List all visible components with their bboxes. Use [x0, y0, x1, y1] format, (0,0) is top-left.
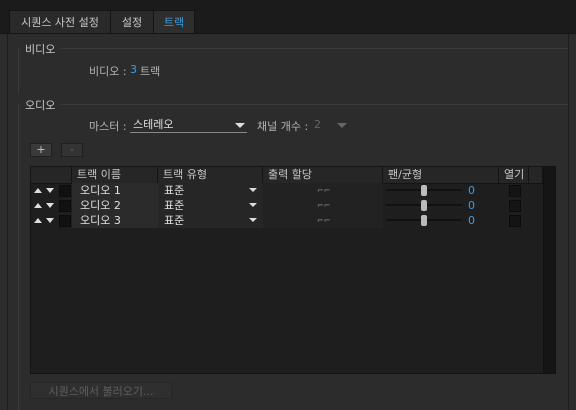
chevron-down-icon [249, 188, 257, 192]
track-name-cell[interactable]: 오디오 1 [72, 183, 158, 198]
routing-icon: ⌐⌐ [317, 201, 331, 210]
move-up-icon[interactable] [34, 203, 42, 208]
track-type-value: 표준 [164, 214, 185, 227]
audio-group-border [18, 104, 19, 410]
pan-value[interactable]: 0 [468, 198, 475, 213]
track-type-dropdown[interactable]: 표준 [158, 198, 263, 213]
tab-bar: 시퀀스 사전 설정 설정 트랙 [0, 0, 576, 34]
move-up-icon[interactable] [34, 188, 42, 193]
chevron-down-icon [249, 203, 257, 207]
video-track-count[interactable]: 3 [130, 63, 137, 76]
master-dropdown[interactable]: 스테레오 [130, 117, 247, 133]
header-output-assign[interactable]: 출력 할당 [263, 167, 383, 183]
chevron-down-icon [235, 123, 245, 128]
remove-track-button[interactable]: - [61, 143, 83, 157]
routing-icon: ⌐⌐ [317, 186, 331, 195]
open-checkbox[interactable] [509, 185, 521, 197]
video-group-label: 비디오 [25, 43, 56, 56]
tab-tracks[interactable]: 트랙 [153, 10, 195, 34]
track-type-dropdown[interactable]: 표준 [158, 213, 263, 228]
track-type-value: 표준 [164, 199, 185, 212]
pan-value[interactable]: 0 [468, 183, 475, 198]
video-field-label: 비디오 : [89, 65, 127, 78]
tab-tracks-label: 트랙 [163, 16, 185, 29]
header-open[interactable]: 열기 [499, 167, 529, 183]
table-header: 트랙 이름 트랙 유형 출력 할당 팬/균형 열기 [31, 167, 543, 184]
move-up-icon[interactable] [34, 218, 42, 223]
channels-label: 채널 개수 : [257, 120, 309, 133]
header-track-name[interactable]: 트랙 이름 [72, 167, 158, 183]
add-track-button[interactable]: + [30, 143, 52, 157]
table-scrollbar[interactable] [543, 166, 556, 374]
header-track-type[interactable]: 트랙 유형 [158, 167, 263, 183]
video-group-divider [60, 48, 568, 49]
track-color-swatch[interactable] [59, 185, 71, 197]
tab-sequence-presets[interactable]: 시퀀스 사전 설정 [9, 10, 111, 33]
channels-dropdown-value: 2 [314, 118, 321, 131]
routing-icon: ⌐⌐ [317, 216, 331, 225]
panel-right-edge [568, 34, 569, 410]
chevron-down-icon [337, 123, 347, 128]
move-down-icon[interactable] [46, 203, 54, 208]
master-label: 마스터 : [89, 120, 127, 133]
panel-left-edge [7, 34, 8, 410]
track-type-dropdown[interactable]: 표준 [158, 183, 263, 198]
pan-slider-thumb[interactable] [421, 185, 427, 196]
open-checkbox[interactable] [509, 215, 521, 227]
video-group-border [18, 48, 19, 94]
table-row[interactable]: 오디오 3 표준 ⌐⌐ 0 [31, 213, 543, 228]
track-name-cell[interactable]: 오디오 2 [72, 198, 158, 213]
load-from-sequence-button[interactable]: 시퀀스에서 불러오기... [30, 382, 172, 399]
output-assign-cell[interactable]: ⌐⌐ [263, 198, 383, 213]
pan-slider[interactable]: 0 [383, 213, 499, 228]
track-color-swatch[interactable] [59, 215, 71, 227]
tab-settings-label: 설정 [121, 16, 143, 29]
header-pan-balance[interactable]: 팬/균형 [383, 167, 499, 183]
master-dropdown-value: 스테레오 [133, 118, 174, 131]
chevron-down-icon [249, 218, 257, 222]
video-track-unit: 트랙 [140, 65, 161, 78]
header-move [31, 167, 72, 183]
audio-track-table: 트랙 이름 트랙 유형 출력 할당 팬/균형 열기 오디오 1 표준 ⌐⌐ 0 … [30, 166, 556, 374]
pan-slider[interactable]: 0 [383, 198, 499, 213]
track-color-swatch[interactable] [59, 200, 71, 212]
move-down-icon[interactable] [46, 188, 54, 193]
pan-slider[interactable]: 0 [383, 183, 499, 198]
pan-slider-thumb[interactable] [421, 200, 427, 211]
track-type-value: 표준 [164, 184, 185, 197]
audio-group-divider [60, 104, 568, 105]
move-down-icon[interactable] [46, 218, 54, 223]
open-checkbox[interactable] [509, 200, 521, 212]
header-spacer [529, 167, 543, 183]
audio-group-label: 오디오 [25, 99, 56, 112]
pan-slider-thumb[interactable] [421, 215, 427, 226]
table-row[interactable]: 오디오 1 표준 ⌐⌐ 0 [31, 183, 543, 198]
tab-sequence-presets-label: 시퀀스 사전 설정 [21, 16, 99, 29]
track-name-cell[interactable]: 오디오 3 [72, 213, 158, 228]
tab-settings[interactable]: 설정 [110, 10, 154, 33]
output-assign-cell[interactable]: ⌐⌐ [263, 213, 383, 228]
output-assign-cell[interactable]: ⌐⌐ [263, 183, 383, 198]
channels-dropdown: 2 [311, 117, 349, 133]
pan-value[interactable]: 0 [468, 213, 475, 228]
table-row[interactable]: 오디오 2 표준 ⌐⌐ 0 [31, 198, 543, 213]
